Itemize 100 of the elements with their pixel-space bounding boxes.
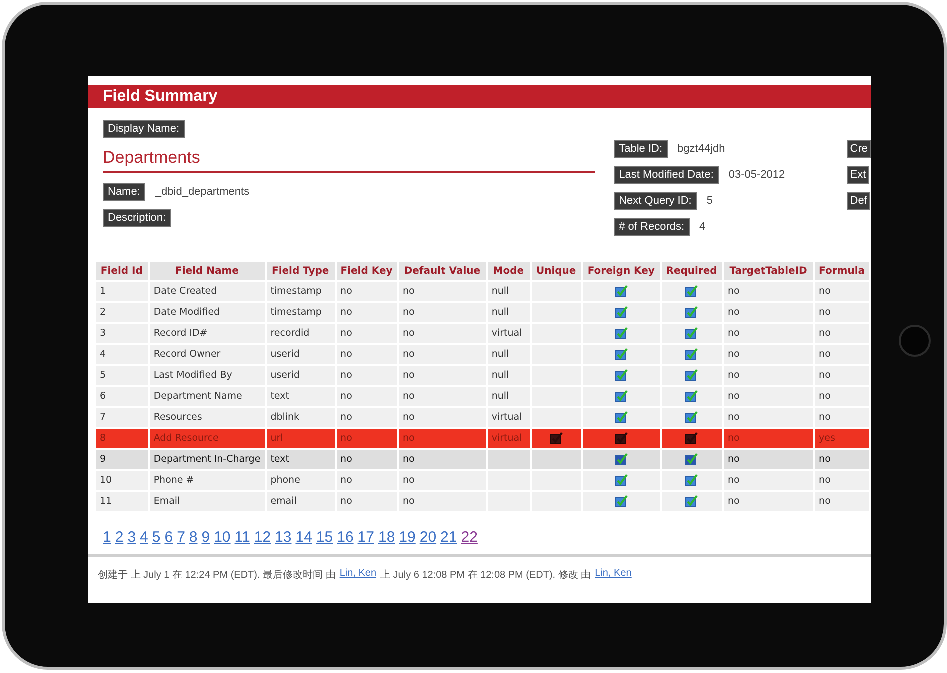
table-cell: userid xyxy=(266,366,335,385)
table-cell: Resources xyxy=(150,408,265,427)
field-label: Last Modified Date: xyxy=(614,166,719,184)
table-cell: dblink xyxy=(266,408,335,427)
table-cell: no xyxy=(336,345,397,364)
table-cell: no xyxy=(724,303,814,322)
page-link[interactable]: 6 xyxy=(164,529,174,546)
field-label: Ext xyxy=(847,166,870,184)
page-link[interactable]: 22 xyxy=(461,529,478,546)
table-cell: Last Modified By xyxy=(150,366,265,385)
table-cell: 3 xyxy=(96,324,148,343)
field-label: Display Name: xyxy=(103,120,185,138)
table-cell: no xyxy=(724,492,814,511)
table-cell: 6 xyxy=(96,387,148,406)
field-label: Name: xyxy=(103,183,146,201)
table-cell: 4 xyxy=(96,345,148,364)
table-cell: 11 xyxy=(96,492,148,511)
page-link[interactable]: 13 xyxy=(275,529,292,546)
table-cell: virtual xyxy=(488,408,530,427)
table-cell: no xyxy=(398,492,486,511)
page-link[interactable]: 4 xyxy=(140,529,148,546)
page-link[interactable]: 9 xyxy=(202,529,210,546)
page-link[interactable]: 1 xyxy=(103,529,112,546)
column-header: Formula xyxy=(815,262,869,280)
page-link[interactable]: 2 xyxy=(115,529,124,546)
page-link[interactable]: 15 xyxy=(316,529,334,546)
home-button[interactable] xyxy=(899,325,931,357)
field-label: Next Query ID: xyxy=(614,192,697,210)
page-link[interactable]: 14 xyxy=(296,529,312,546)
page-link[interactable]: 11 xyxy=(234,529,250,546)
page-link[interactable]: 17 xyxy=(358,529,374,546)
table-cell: Date Created xyxy=(150,282,265,301)
table-cell: no xyxy=(398,471,486,490)
field-label: Def xyxy=(847,192,870,210)
page-link[interactable]: 5 xyxy=(152,529,161,546)
author-link[interactable]: Lin, Ken xyxy=(595,568,632,582)
table-cell: no xyxy=(815,366,869,385)
table-cell: no xyxy=(336,492,397,511)
author-link[interactable]: Lin, Ken xyxy=(340,568,377,582)
column-header: Field Key xyxy=(336,262,397,280)
table-cell: virtual xyxy=(488,429,530,448)
table-cell: no xyxy=(398,429,486,448)
table-cell: no xyxy=(815,387,869,406)
page-link[interactable]: 21 xyxy=(440,529,458,546)
table-cell: no xyxy=(336,282,397,301)
table-cell: Record ID# xyxy=(150,324,265,343)
table-cell: null xyxy=(488,345,530,364)
table-cell: no xyxy=(815,450,869,469)
table-cell: no xyxy=(815,471,869,490)
table-cell: no xyxy=(336,408,397,427)
table-cell: Department In-Charge xyxy=(150,450,265,469)
table-cell: no xyxy=(336,471,397,490)
footer-text: 创建于 上 July 1 在 12:24 PM (EDT). 最后修改时间 由 xyxy=(98,568,336,582)
table-cell: no xyxy=(336,387,397,406)
page-link[interactable]: 7 xyxy=(177,529,186,546)
table-cell: Record Owner xyxy=(150,345,265,364)
field-label: Cre xyxy=(847,140,871,158)
field-label: # of Records: xyxy=(614,218,690,236)
field-label: Table ID: xyxy=(614,140,668,158)
column-header: Foreign Key xyxy=(583,262,660,280)
table-cell: no xyxy=(336,429,397,448)
column-header: Required xyxy=(662,262,722,280)
column-header: Field Id xyxy=(96,262,148,280)
table-cell: no xyxy=(815,408,869,427)
field-value: bgzt44jdh xyxy=(678,143,726,155)
page-link[interactable]: 16 xyxy=(337,529,354,546)
table-cell: null xyxy=(488,387,530,406)
field-value: 5 xyxy=(706,195,713,207)
table-cell: no xyxy=(724,282,814,301)
table-cell: no xyxy=(398,324,486,343)
page-link[interactable]: 3 xyxy=(128,529,136,546)
table-cell: Date Modified xyxy=(150,303,265,322)
field-value: _dbid_departments xyxy=(155,186,250,198)
page-link[interactable]: 19 xyxy=(399,529,416,546)
table-cell: no xyxy=(724,471,814,490)
table-cell: no xyxy=(336,303,397,322)
footer-text: 上 July 6 12:08 PM 在 12:08 PM (EDT). 修改 由 xyxy=(380,568,592,582)
table-cell: no xyxy=(336,366,397,385)
table-cell: virtual xyxy=(488,324,530,343)
page-link[interactable]: 18 xyxy=(378,529,396,546)
table-cell: 9 xyxy=(96,450,148,469)
table-cell: no xyxy=(398,282,486,301)
table-cell: no xyxy=(724,366,814,385)
table-cell: userid xyxy=(266,345,335,364)
field-value: 03-05-2012 xyxy=(728,169,786,181)
table-cell: text xyxy=(266,387,335,406)
page-link[interactable]: 8 xyxy=(189,529,198,546)
table-cell: no xyxy=(398,345,486,364)
page-link[interactable]: 20 xyxy=(420,529,437,546)
column-header: Field Name xyxy=(150,262,265,280)
table-cell: no xyxy=(398,408,486,427)
column-header: Field Type xyxy=(266,262,335,280)
table-cell: no xyxy=(336,324,397,343)
column-header: TargetTableID xyxy=(724,262,814,280)
page-link[interactable]: 10 xyxy=(214,529,231,546)
table-cell: Email xyxy=(150,492,265,511)
page-link[interactable]: 12 xyxy=(254,529,272,546)
table-cell: phone xyxy=(266,471,335,490)
table-cell: 2 xyxy=(96,303,148,322)
table-cell: no xyxy=(724,429,814,448)
